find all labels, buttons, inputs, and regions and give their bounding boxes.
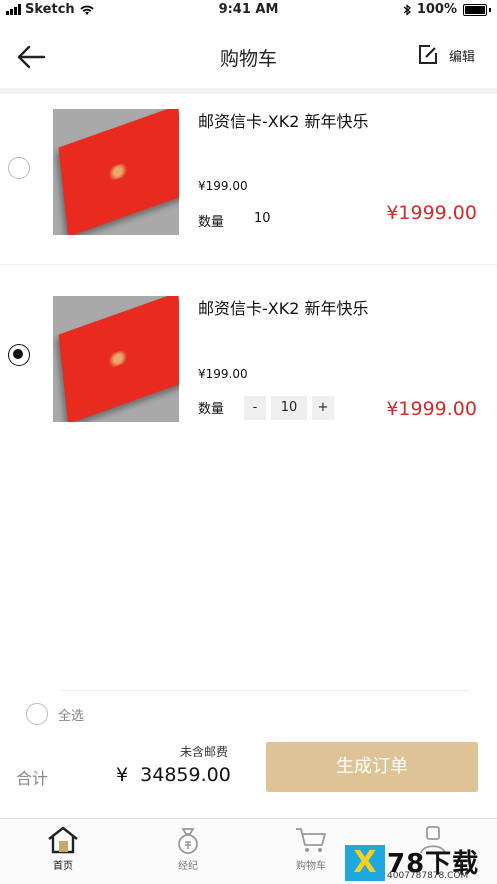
status-bar: Sketch 9:41 AM 100% xyxy=(0,0,497,20)
tab-label: 首页 xyxy=(53,861,73,872)
item-select-radio[interactable] xyxy=(8,344,30,366)
shipping-note: 未含邮费 xyxy=(180,745,229,759)
home-icon xyxy=(48,826,78,854)
item-title: 邮资信卡-XK2 新年快乐 xyxy=(198,112,369,131)
product-image[interactable] xyxy=(53,109,179,235)
cart-item: 邮资信卡-XK2 新年快乐 ¥199.00 数量 - 10 + ¥1999.00 xyxy=(0,281,497,451)
footer-divider xyxy=(60,690,470,691)
quantity-label: 数量 xyxy=(198,215,225,230)
quantity-decrease-button[interactable]: - xyxy=(244,396,266,420)
create-order-button[interactable]: 生成订单 xyxy=(266,742,478,792)
edit-icon xyxy=(418,45,437,64)
tab-label: 经纪 xyxy=(178,861,198,872)
navigation-bar: 购物车 编辑 xyxy=(0,24,497,88)
total-amount: ¥ 34859.00 xyxy=(116,764,231,786)
cart-item: 邮资信卡-XK2 新年快乐 ¥199.00 数量 10 ¥1999.00 xyxy=(0,94,497,264)
battery-icon xyxy=(463,3,487,16)
total-label: 合计 xyxy=(16,769,49,788)
edit-label: 编辑 xyxy=(448,49,475,65)
edit-button[interactable]: 编辑 xyxy=(417,44,475,66)
item-unit-price: ¥199.00 xyxy=(198,179,248,193)
money-bag-icon xyxy=(178,828,198,854)
item-title: 邮资信卡-XK2 新年快乐 xyxy=(198,299,369,318)
tab-home[interactable]: 首页 xyxy=(18,825,108,872)
quantity-increase-button[interactable]: + xyxy=(312,396,334,420)
item-select-radio[interactable] xyxy=(8,157,30,179)
status-right: 100% xyxy=(403,2,491,17)
product-image[interactable] xyxy=(53,296,179,422)
watermark-x-icon: X xyxy=(345,845,385,881)
battery-percent: 100% xyxy=(416,2,457,17)
tab-label: 购物车 xyxy=(296,861,326,872)
item-total-price: ¥1999.00 xyxy=(386,202,477,224)
tab-broker[interactable]: 经纪 xyxy=(143,825,233,872)
watermark-url: 4007787878.COM xyxy=(387,871,469,881)
item-total-price: ¥1999.00 xyxy=(386,398,477,420)
watermark-logo: X 78下载 4007787878.COM xyxy=(345,845,495,881)
bluetooth-icon xyxy=(403,3,411,16)
tab-cart[interactable]: 购物车 xyxy=(266,825,356,872)
quantity-label: 数量 xyxy=(198,402,225,417)
cart-icon xyxy=(296,828,326,852)
quantity-stepper-value[interactable]: 10 xyxy=(271,396,307,420)
select-all-label: 全选 xyxy=(58,708,85,724)
item-unit-price: ¥199.00 xyxy=(198,367,248,381)
select-all-toggle[interactable]: 全选 xyxy=(26,703,84,725)
quantity-value: 10 xyxy=(254,211,271,226)
item-divider xyxy=(0,264,497,265)
select-all-radio[interactable] xyxy=(26,703,48,725)
